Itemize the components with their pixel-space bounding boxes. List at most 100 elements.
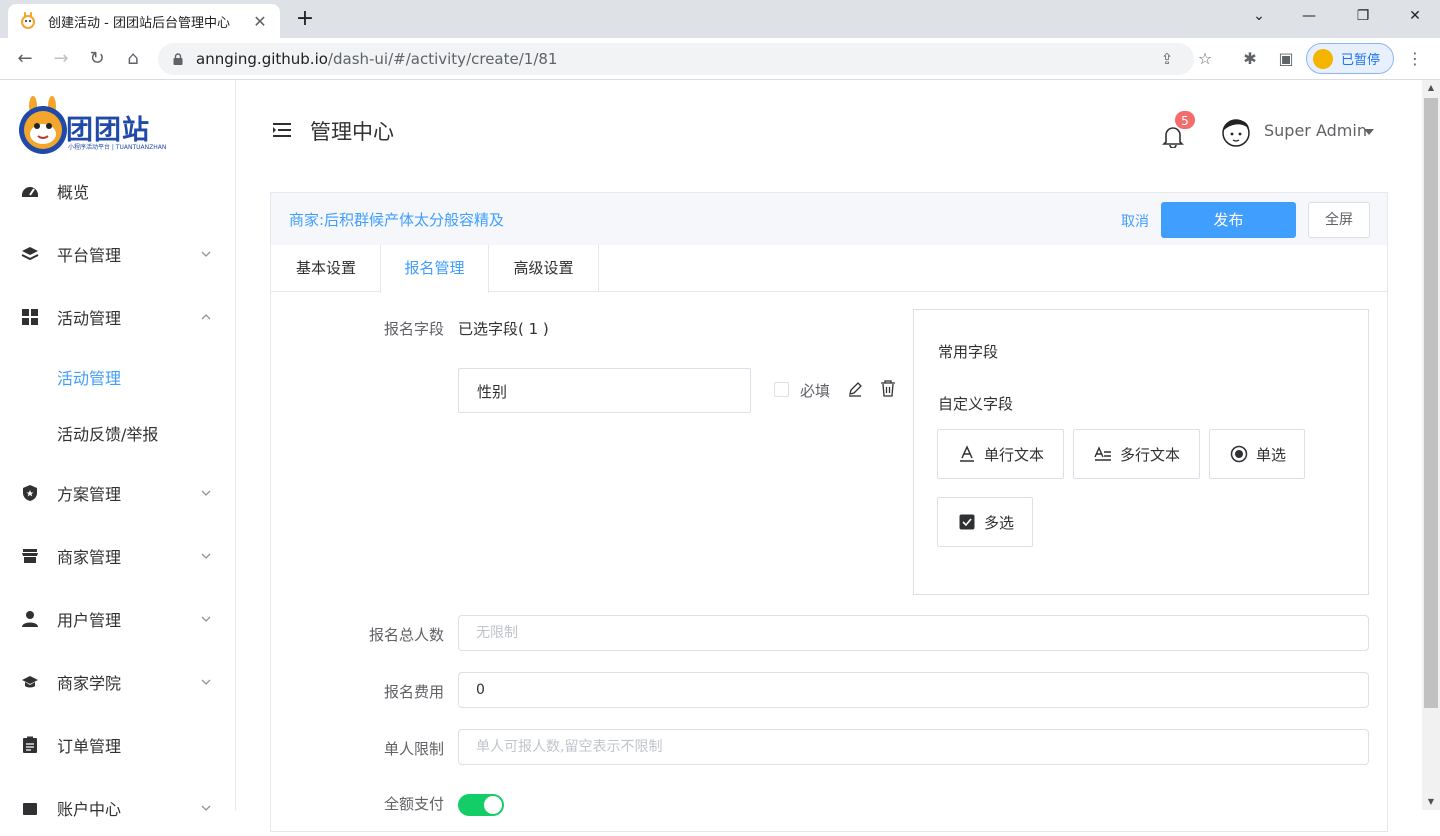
total-input[interactable]: 无限制 bbox=[458, 615, 1369, 651]
selected-count: 已选字段( 1 ) bbox=[458, 320, 549, 338]
url-path: /dash-ui/#/activity/create/1/81 bbox=[327, 50, 558, 68]
multiline-text-icon bbox=[1094, 446, 1111, 461]
single-line-text-label: 单行文本 bbox=[984, 445, 1045, 464]
sidebar-item-activity[interactable]: 活动管理 bbox=[0, 289, 236, 345]
logo[interactable]: 团团站 小程序活动平台 | TUANTUANZHAN bbox=[16, 96, 176, 158]
menu-toggle-icon[interactable] bbox=[272, 122, 292, 138]
scroll-up-icon[interactable]: ▲ bbox=[1422, 80, 1440, 96]
sidebar-item-label: 账户中心 bbox=[57, 800, 122, 819]
single-choice-label: 单选 bbox=[1256, 445, 1287, 464]
sidebar-item-merchant[interactable]: 商家管理 bbox=[0, 528, 236, 584]
extensions-icon[interactable]: ✱ bbox=[1239, 48, 1261, 70]
tab-search-icon[interactable]: ⌄ bbox=[1236, 0, 1282, 34]
single-line-text-button[interactable]: 单行文本 bbox=[937, 429, 1064, 479]
logo-subtitle: 小程序活动平台 | TUANTUANZHAN bbox=[68, 144, 167, 151]
page-title: 管理中心 bbox=[310, 120, 394, 144]
sidebar-item-orders[interactable]: 订单管理 bbox=[0, 717, 236, 773]
caret-down-icon[interactable] bbox=[1364, 129, 1374, 135]
fields-label: 报名字段 bbox=[383, 320, 444, 338]
sidebar-item-overview[interactable]: 概览 bbox=[0, 163, 236, 219]
minimize-icon[interactable]: — bbox=[1286, 0, 1332, 34]
tab-basic-settings[interactable]: 基本设置 bbox=[271, 245, 381, 292]
chevron-down-icon bbox=[201, 679, 211, 685]
home-icon[interactable]: ⌂ bbox=[120, 46, 146, 72]
logo-mascot-icon bbox=[19, 96, 67, 154]
site-favicon-icon bbox=[21, 12, 35, 29]
scroll-down-icon[interactable]: ▼ bbox=[1422, 794, 1440, 810]
sidebar-item-label: 用户管理 bbox=[57, 611, 122, 630]
dashboard-icon bbox=[22, 187, 38, 197]
back-icon[interactable]: ← bbox=[12, 46, 38, 72]
custom-fields-heading: 自定义字段 bbox=[938, 395, 1014, 413]
browser-menu-icon[interactable]: ⋮ bbox=[1404, 48, 1426, 70]
fullscreen-button[interactable]: 全屏 bbox=[1308, 202, 1370, 238]
multi-choice-label: 多选 bbox=[984, 513, 1015, 532]
profile-button[interactable]: 已暂停 bbox=[1306, 43, 1394, 74]
multi-line-text-button[interactable]: 多行文本 bbox=[1073, 429, 1200, 479]
profile-status: 已暂停 bbox=[1341, 53, 1381, 68]
tab-close-icon[interactable]: ✕ bbox=[250, 12, 270, 31]
required-checkbox[interactable] bbox=[774, 382, 789, 397]
text-icon bbox=[960, 445, 974, 462]
radio-icon bbox=[1230, 445, 1248, 463]
sidebar-item-academy[interactable]: 商家学院 bbox=[0, 654, 236, 710]
sidebar-subitem-feedback[interactable]: 活动反馈/举报 bbox=[0, 408, 236, 458]
new-tab-icon[interactable]: + bbox=[292, 6, 318, 32]
restore-icon[interactable]: ❐ bbox=[1340, 0, 1386, 34]
tab-registration[interactable]: 报名管理 bbox=[380, 245, 489, 293]
browser-toolbar: ← → ↻ ⌂ annging.github.io/dash-ui/#/acti… bbox=[0, 38, 1440, 80]
bookmark-star-icon[interactable]: ☆ bbox=[1194, 48, 1216, 70]
side-panel-icon[interactable]: ▣ bbox=[1275, 48, 1297, 70]
forward-icon[interactable]: → bbox=[48, 46, 74, 72]
delete-icon[interactable] bbox=[880, 380, 896, 397]
common-fields-heading: 常用字段 bbox=[938, 343, 999, 361]
checkbox-icon bbox=[959, 514, 975, 530]
notification-badge: 5 bbox=[1174, 110, 1196, 130]
chevron-up-icon bbox=[201, 314, 211, 320]
selected-field[interactable]: 性别 bbox=[458, 368, 751, 413]
chevron-down-icon bbox=[201, 616, 211, 622]
fee-input[interactable]: 0 bbox=[458, 672, 1369, 708]
scrollbar-thumb[interactable] bbox=[1424, 98, 1438, 708]
sidebar-subitem-label: 活动反馈/举报 bbox=[57, 425, 159, 444]
selected-field-name: 性别 bbox=[477, 383, 508, 401]
sidebar-item-label: 方案管理 bbox=[57, 485, 122, 504]
fullpay-toggle[interactable] bbox=[458, 794, 504, 816]
chevron-down-icon bbox=[201, 490, 211, 496]
required-label[interactable]: 必填 bbox=[800, 380, 830, 401]
multi-choice-button[interactable]: 多选 bbox=[937, 497, 1033, 547]
sidebar-item-label: 概览 bbox=[57, 183, 90, 202]
sidebar-item-user[interactable]: 用户管理 bbox=[0, 591, 236, 647]
sidebar-item-label: 平台管理 bbox=[57, 246, 122, 265]
browser-tab[interactable]: 创建活动 - 团团站后台管理中心 ✕ bbox=[8, 4, 280, 38]
account-icon bbox=[23, 803, 37, 815]
sidebar-item-account[interactable]: 账户中心 bbox=[0, 780, 236, 836]
field-picker-panel: 常用字段 自定义字段 单行文本 多行文本 单选 多选 bbox=[913, 309, 1369, 595]
tab-bar: 基本设置 报名管理 高级设置 bbox=[271, 245, 1387, 293]
sidebar-subitem-activity[interactable]: 活动管理 bbox=[0, 352, 236, 402]
chevron-down-icon bbox=[201, 805, 211, 811]
sidebar-item-platform[interactable]: 平台管理 bbox=[0, 226, 236, 282]
address-bar[interactable]: annging.github.io/dash-ui/#/activity/cre… bbox=[158, 43, 1194, 75]
sidebar-item-plan[interactable]: 方案管理 bbox=[0, 465, 236, 521]
publish-button[interactable]: 发布 bbox=[1161, 202, 1296, 238]
browser-tabstrip: 创建活动 - 团团站后台管理中心 ✕ + ⌄ — ❐ ✕ bbox=[0, 0, 1440, 38]
fee-label: 报名费用 bbox=[383, 683, 444, 701]
tab-advanced-settings[interactable]: 高级设置 bbox=[489, 245, 599, 292]
sidebar-item-label: 商家管理 bbox=[57, 548, 122, 567]
fullpay-label: 全额支付 bbox=[383, 795, 444, 813]
multi-line-text-label: 多行文本 bbox=[1120, 445, 1181, 464]
edit-icon[interactable] bbox=[847, 381, 863, 397]
url-host: annging.github.io bbox=[196, 50, 328, 68]
single-choice-button[interactable]: 单选 bbox=[1209, 429, 1305, 479]
share-icon[interactable]: ⇪ bbox=[1158, 50, 1176, 68]
sidebar-subitem-label: 活动管理 bbox=[57, 369, 122, 388]
user-name[interactable]: Super Admin bbox=[1264, 121, 1367, 140]
reload-icon[interactable]: ↻ bbox=[84, 46, 110, 72]
cancel-button[interactable]: 取消 bbox=[1121, 211, 1149, 231]
limit-input[interactable]: 单人可报人数,留空表示不限制 bbox=[458, 729, 1369, 765]
shield-icon bbox=[23, 485, 37, 501]
avatar[interactable] bbox=[1218, 113, 1254, 149]
window-close-icon[interactable]: ✕ bbox=[1392, 0, 1438, 34]
profile-avatar bbox=[1313, 48, 1333, 69]
